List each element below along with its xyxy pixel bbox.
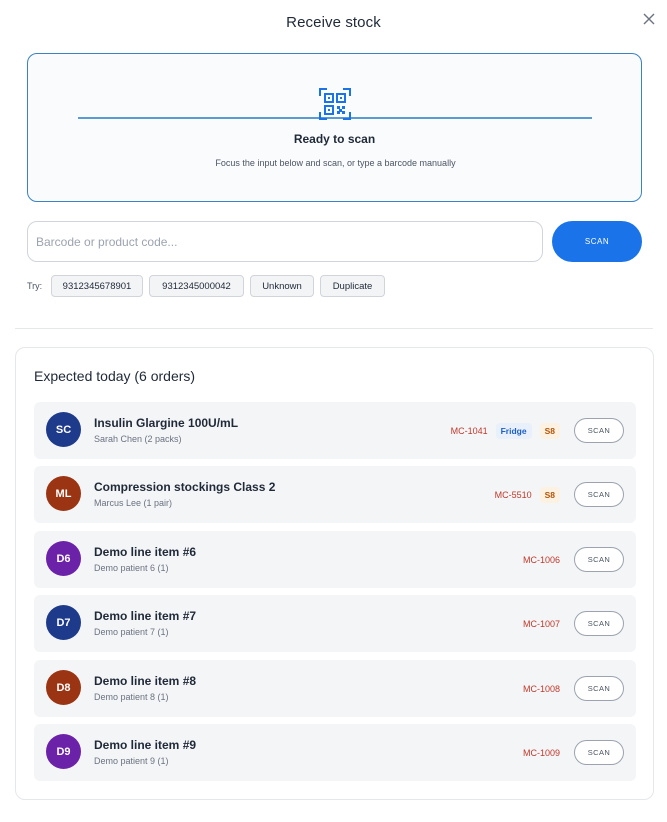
scan-area: Ready to scan Focus the input below and … [27,53,642,202]
expected-orders-panel: Expected today (6 orders) SC Insulin Glar… [15,347,654,800]
order-row: SC Insulin Glargine 100U/mL Sarah Chen (2 … [34,402,636,459]
scan-button[interactable]: SCAN [552,221,642,262]
order-code: MC-5510 [494,489,532,500]
order-patient: Demo patient 8 (1) [94,692,169,702]
avatar: D7 [46,605,81,640]
order-name: Demo line item #8 [94,674,197,688]
order-patient: Demo patient 7 (1) [94,627,169,637]
scan-status-title: Ready to scan [293,132,376,146]
order-code: MC-1006 [522,554,560,565]
schedule-badge: S8 [539,422,560,439]
avatar: D6 [46,541,81,576]
try-chip-unknown[interactable]: Unknown [250,275,314,297]
order-patient: Marcus Lee (1 pair) [94,498,173,508]
order-name: Demo line item #9 [94,738,197,752]
fridge-badge: Fridge [495,422,532,439]
avatar: SC [46,412,81,447]
modal-title: Receive stock [286,14,381,31]
order-actions: MC-1009 SCAN [523,724,624,781]
order-actions: MC-1006 SCAN [523,531,624,588]
order-scan-button[interactable]: SCAN [574,547,624,572]
order-code: MC-1009 [522,747,560,758]
order-name: Demo line item #7 [94,609,197,623]
try-chip-barcode-1[interactable]: 9312345678901 [51,275,143,297]
order-row: ML Compression stockings Class 2 Marcus Le… [34,466,636,523]
qr-code-icon [319,88,351,120]
try-chip-barcode-2[interactable]: 9312345000042 [149,275,244,297]
order-patient: Sarah Chen (2 packs) [94,434,182,444]
order-code: MC-1041 [450,425,488,436]
order-row: D6 Demo line item #6 Demo patient 6 (1) MC-… [34,531,636,588]
try-label: Try: [27,281,43,291]
order-scan-button[interactable]: SCAN [574,482,624,507]
order-row: D9 Demo line item #9 Demo patient 9 (1) MC-… [34,724,636,781]
close-icon[interactable] [642,12,658,28]
order-actions: MC-1041 Fridge S8 SCAN [451,402,624,459]
order-name: Demo line item #6 [94,545,197,559]
try-chip-duplicate[interactable]: Duplicate [320,275,385,297]
order-scan-button[interactable]: SCAN [574,676,624,701]
order-actions: MC-5510 S8 SCAN [495,466,624,523]
order-actions: MC-1008 SCAN [523,660,624,717]
order-code: MC-1007 [522,618,560,629]
order-name: Compression stockings Class 2 [94,480,276,494]
avatar: D9 [46,734,81,769]
order-row: D8 Demo line item #8 Demo patient 8 (1) MC-… [34,660,636,717]
scan-instructions: Focus the input below and scan, or type … [215,158,456,168]
order-name: Insulin Glargine 100U/mL [94,416,239,430]
schedule-badge: S8 [539,486,560,503]
avatar: ML [46,476,81,511]
avatar: D8 [46,670,81,705]
order-patient: Demo patient 6 (1) [94,563,169,573]
expected-title: Expected today (6 orders) [34,368,196,384]
section-divider [15,328,653,329]
order-scan-button[interactable]: SCAN [574,740,624,765]
order-actions: MC-1007 SCAN [523,595,624,652]
barcode-input[interactable] [27,221,543,262]
order-code: MC-1008 [522,683,560,694]
order-row: D7 Demo line item #7 Demo patient 7 (1) MC-… [34,595,636,652]
order-scan-button[interactable]: SCAN [574,611,624,636]
order-scan-button[interactable]: SCAN [574,418,624,443]
order-patient: Demo patient 9 (1) [94,756,169,766]
